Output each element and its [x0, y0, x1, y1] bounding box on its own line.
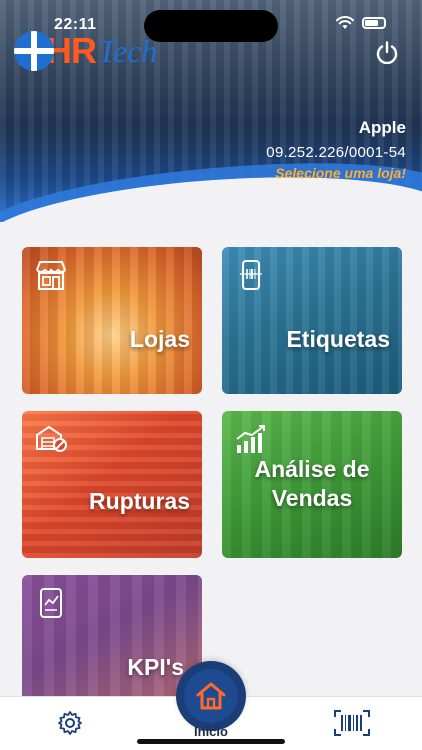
- home-screen: 22:11 HR Tech Apple 09.252.226/0001-54 S…: [0, 0, 422, 750]
- company-name: Apple: [358, 118, 406, 137]
- barcode-scan-icon[interactable]: [334, 710, 370, 736]
- dynamic-island: [144, 10, 278, 42]
- out-of-stock-icon: [36, 425, 67, 452]
- tile-analise-vendas[interactable]: Análise de Vendas: [222, 411, 402, 558]
- select-store-hint[interactable]: Selecione uma loja!: [266, 165, 406, 181]
- tile-rupturas[interactable]: Rupturas: [22, 411, 202, 558]
- company-cnpj: 09.252.226/0001-54: [266, 144, 406, 161]
- sales-chart-icon: [236, 425, 265, 453]
- home-tab-ring: [184, 669, 238, 723]
- tile-etiquetas[interactable]: Etiquetas: [222, 247, 402, 394]
- barcode-scanner-icon: [240, 260, 262, 290]
- tile-analise-vendas-label: Análise de Vendas: [254, 456, 370, 511]
- tile-lojas-label: Lojas: [129, 326, 190, 352]
- power-icon[interactable]: [374, 40, 400, 66]
- kpi-tablet-icon: [40, 588, 62, 618]
- hrtech-logo: HR Tech: [14, 30, 157, 72]
- home-indicator: [137, 739, 285, 744]
- company-info[interactable]: Apple 09.252.226/0001-54 Selecione uma l…: [266, 118, 406, 181]
- home-tab-button[interactable]: [176, 661, 246, 731]
- store-icon: [36, 261, 66, 290]
- header-banner: 22:11 HR Tech Apple 09.252.226/0001-54 S…: [0, 0, 422, 222]
- tile-lojas[interactable]: Lojas: [22, 247, 202, 394]
- settings-gear-icon[interactable]: [57, 710, 83, 736]
- logo-tech-text: Tech: [98, 32, 158, 69]
- tile-kpis-label: KPI's: [127, 654, 184, 680]
- tile-rupturas-label: Rupturas: [89, 488, 190, 514]
- home-icon: [196, 682, 226, 710]
- tile-kpis[interactable]: KPI's: [22, 575, 202, 705]
- battery-icon: [362, 17, 386, 29]
- status-icons: [336, 16, 386, 30]
- logo-mark: [14, 31, 54, 71]
- home-tab-label[interactable]: Início: [170, 724, 252, 739]
- wifi-icon: [336, 16, 354, 29]
- tile-etiquetas-label: Etiquetas: [286, 326, 390, 352]
